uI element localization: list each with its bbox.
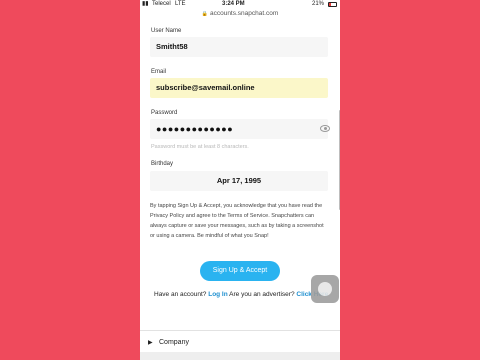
password-field[interactable]: ●●●●●●●●●●●●● — [150, 119, 330, 139]
birthday-field[interactable]: Apr 17, 1995 — [150, 171, 328, 191]
username-label: User Name — [151, 28, 182, 34]
lock-icon: 🔒 — [201, 11, 208, 17]
company-label: Company — [159, 339, 189, 346]
phone-screen: ▮▮ Telecel LTE 3:24 PM 21% 🔒 accounts.sna… — [140, 0, 340, 360]
url-text: accounts.snapchat.com — [209, 10, 279, 17]
email-label: Email — [151, 69, 167, 75]
battery-percent: 21% — [312, 1, 325, 7]
birthday-label: Birthday — [151, 161, 174, 167]
status-bar: ▮▮ Telecel LTE 3:24 PM 21% — [140, 0, 340, 9]
password-value: ●●●●●●●●●●●●● — [156, 124, 234, 134]
username-field[interactable]: Smitht58 — [150, 37, 328, 57]
signal-icon: ▮▮ — [142, 1, 149, 7]
scrollbar[interactable] — [339, 110, 340, 210]
company-section[interactable]: ▶ Company — [140, 337, 340, 351]
battery-icon — [328, 2, 337, 7]
have-account-text: Have an account? — [154, 291, 207, 298]
section-divider — [140, 330, 340, 331]
eye-icon[interactable] — [320, 125, 330, 132]
sign-up-button[interactable]: Sign Up & Accept — [200, 261, 280, 281]
chevron-right-icon: ▶ — [148, 340, 153, 346]
password-label: Password — [151, 110, 178, 116]
footer-links: Have an account? Log In Are you an adver… — [154, 291, 328, 298]
terms-text: By tapping Sign Up & Accept, you acknowl… — [150, 203, 324, 239]
carrier-name: Telecel — [152, 1, 171, 7]
url-bar[interactable]: 🔒 accounts.snapchat.com — [140, 9, 340, 19]
password-hint: Password must be at least 8 characters. — [151, 144, 249, 150]
login-link[interactable]: Log In — [208, 291, 228, 298]
network-type: LTE — [175, 1, 186, 7]
bottom-strip — [140, 352, 340, 360]
advertiser-text: Are you an advertiser? — [229, 291, 295, 298]
status-time: 3:24 PM — [222, 1, 245, 7]
assistive-touch-icon[interactable] — [311, 275, 339, 303]
email-field[interactable]: subscribe@savemail.online — [150, 78, 328, 98]
